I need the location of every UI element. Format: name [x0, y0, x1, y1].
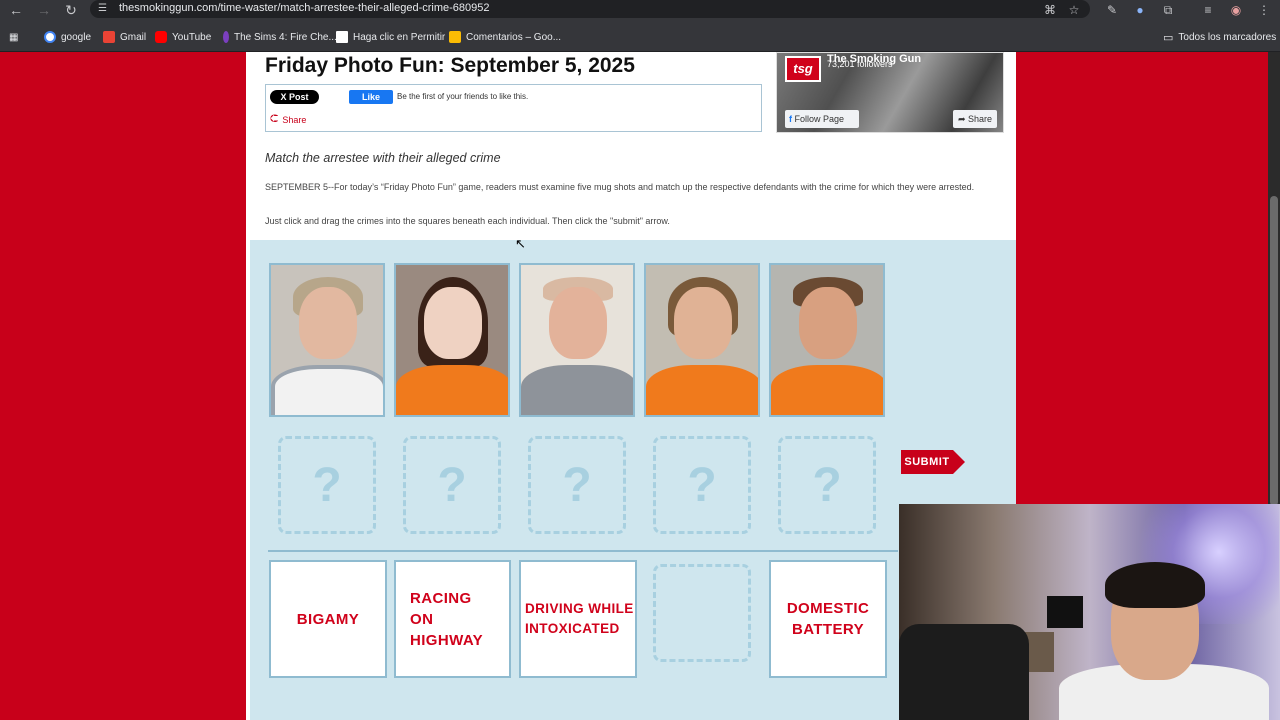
page-title: Friday Photo Fun: September 5, 2025 — [265, 54, 635, 77]
fb-like-button[interactable]: Like — [349, 90, 393, 104]
share-link[interactable]: ⮈ Share — [270, 113, 306, 126]
arrow-right-icon — [953, 450, 965, 474]
gmail-icon — [103, 31, 115, 43]
mugshot-2 — [394, 263, 510, 417]
media-control-icon[interactable]: ≡ — [1200, 2, 1216, 18]
share-icon: ➦ — [957, 114, 966, 124]
submit-arrow-button[interactable]: SUBMIT — [901, 450, 965, 474]
question-mark-icon: ? — [812, 458, 842, 512]
mugshot-5 — [769, 263, 885, 417]
question-mark-icon: ? — [562, 458, 592, 512]
folder-icon: ▭ — [1163, 31, 1174, 44]
bookmark-permitir[interactable]: Haga clic en Permitir — [336, 30, 445, 44]
crime-card-domestic-battery[interactable]: DOMESTIC BATTERY — [769, 560, 887, 678]
browser-toolbar: ← → ↻ ☰ thesmokinggun.com/time-waster/ma… — [0, 0, 1280, 19]
google-icon — [44, 31, 56, 43]
drop-zone-2[interactable]: ? — [403, 436, 501, 534]
back-icon[interactable]: ← — [8, 2, 24, 18]
facebook-icon: f — [789, 114, 792, 124]
profile-avatar-icon[interactable]: ◉ — [1228, 2, 1244, 18]
mouse-cursor-icon: ↖ — [515, 236, 526, 251]
fb-share-button[interactable]: ➦ Share — [953, 110, 997, 128]
mugshot-3 — [519, 263, 635, 417]
crime-slot-empty[interactable] — [653, 564, 751, 662]
extension-icon[interactable]: ● — [1132, 2, 1148, 18]
menu-dots-icon[interactable]: ⋮ — [1256, 2, 1272, 18]
pen-extension-icon[interactable]: ✎ — [1104, 2, 1120, 18]
bookmark-gmail[interactable]: Gmail — [103, 30, 146, 44]
bookmark-google[interactable]: google — [44, 30, 91, 44]
crime-card-bigamy[interactable]: BIGAMY — [269, 560, 387, 678]
bookmark-star-icon[interactable]: ☆ — [1066, 2, 1082, 18]
webcam-overlay — [899, 504, 1280, 720]
bookmark-youtube[interactable]: YouTube — [155, 30, 211, 44]
drive-icon — [449, 31, 461, 43]
article-paragraph-2: Just click and drag the crimes into the … — [265, 216, 670, 226]
extensions-puzzle-icon[interactable]: ⧉ — [1160, 2, 1176, 18]
all-bookmarks[interactable]: ▭ Todos los marcadores — [1163, 30, 1276, 44]
article-subtitle: Match the arrestee with their alleged cr… — [265, 151, 501, 165]
question-mark-icon: ? — [437, 458, 467, 512]
mugshot-4 — [644, 263, 760, 417]
article-paragraph-1: SEPTEMBER 5--For today’s “Friday Photo F… — [265, 182, 975, 192]
bookmark-sims[interactable]: The Sims 4: Fire Che... — [223, 30, 337, 44]
tsg-logo: tsg — [785, 56, 821, 82]
crime-card-dwi[interactable]: DRIVING WHILE INTOXICATED — [519, 560, 637, 678]
drop-zone-3[interactable]: ? — [528, 436, 626, 534]
fb-follow-button[interactable]: f Follow Page — [785, 110, 859, 128]
scrollbar-thumb[interactable] — [1270, 196, 1278, 506]
bookmarks-bar: ▦ google Gmail YouTube The Sims 4: Fire … — [0, 19, 1280, 52]
page-icon — [336, 31, 348, 43]
apps-grid-icon[interactable]: ▦ — [9, 30, 18, 44]
drop-zone-1[interactable]: ? — [278, 436, 376, 534]
reload-icon[interactable]: ↻ — [63, 2, 79, 18]
x-post-button[interactable]: X Post — [270, 90, 319, 104]
question-mark-icon: ? — [312, 458, 342, 512]
drop-zone-4[interactable]: ? — [653, 436, 751, 534]
site-settings-icon[interactable]: ☰ — [98, 3, 110, 15]
mugshot-1 — [269, 263, 385, 417]
drop-zone-5[interactable]: ? — [778, 436, 876, 534]
crime-card-racing-on-highway[interactable]: RACING ON HIGHWAY — [394, 560, 511, 678]
question-mark-icon: ? — [687, 458, 717, 512]
bookmark-comentarios[interactable]: Comentarios – Goo... — [449, 30, 561, 44]
facebook-page-widget[interactable]: tsg The Smoking Gun 73,201 followers f F… — [776, 52, 1004, 133]
url-text: thesmokinggun.com/time-waster/match-arre… — [119, 2, 490, 14]
fb-like-text: Be the first of your friends to like thi… — [397, 92, 529, 101]
youtube-icon — [155, 31, 167, 43]
translate-icon[interactable]: ⌘ — [1042, 2, 1058, 18]
fb-followers: 73,201 followers — [827, 59, 893, 69]
share-arrow-icon: ⮈ — [270, 113, 279, 125]
game-divider — [268, 550, 898, 552]
sims-icon — [223, 31, 229, 43]
forward-icon[interactable]: → — [36, 2, 52, 18]
